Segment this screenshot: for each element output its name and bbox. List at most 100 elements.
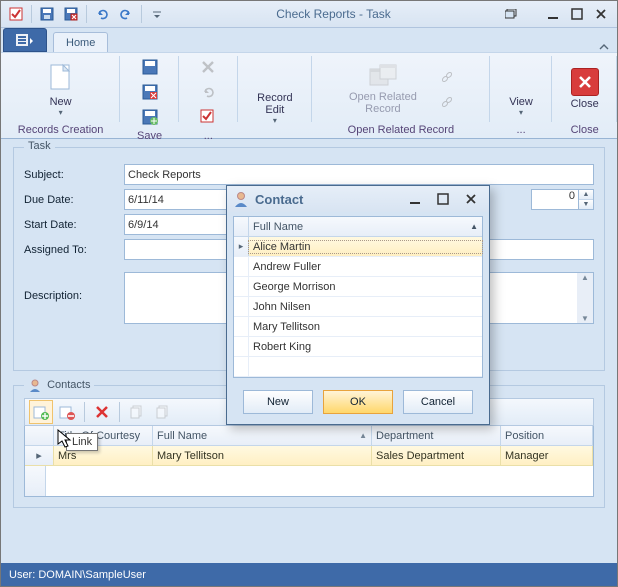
contacts-grid: Title Of Courtesy Full Name▲ Department … bbox=[24, 426, 594, 497]
sort-asc-icon: ▲ bbox=[359, 431, 367, 440]
group-edit: ... bbox=[179, 53, 238, 138]
col-department[interactable]: Department bbox=[372, 426, 501, 446]
list-item bbox=[234, 357, 482, 377]
cell-position[interactable]: Manager bbox=[501, 446, 593, 466]
cell-department[interactable]: Sales Department bbox=[372, 446, 501, 466]
quick-access-toolbar bbox=[5, 3, 168, 25]
chevron-down-icon[interactable]: ▼ bbox=[579, 199, 593, 209]
row-indicator-icon: ▸ bbox=[234, 237, 249, 256]
unlink-button[interactable] bbox=[55, 400, 79, 424]
app-menu-button[interactable] bbox=[3, 28, 47, 52]
delete-icon[interactable] bbox=[195, 55, 221, 79]
link-icon[interactable] bbox=[434, 65, 460, 89]
minimize-icon[interactable] bbox=[541, 4, 565, 24]
ribbon-collapse-icon[interactable] bbox=[599, 42, 609, 52]
checklist-icon[interactable] bbox=[5, 3, 27, 25]
task-legend: Task bbox=[24, 140, 55, 152]
dialog-list: Full Name▲ ▸Alice Martin Andrew Fuller G… bbox=[233, 216, 483, 378]
contacts-legend: Contacts bbox=[24, 378, 94, 392]
col-fullname[interactable]: Full Name▲ bbox=[249, 221, 482, 233]
tab-home[interactable]: Home bbox=[53, 32, 108, 52]
col-position[interactable]: Position bbox=[501, 426, 593, 446]
cell-fullname[interactable]: Mary Tellitson bbox=[153, 446, 372, 466]
duedate-input[interactable]: 6/11/14 bbox=[124, 189, 236, 210]
assignedto-label: Assigned To: bbox=[24, 244, 124, 256]
group-save: Save bbox=[120, 53, 179, 138]
close-icon[interactable] bbox=[459, 189, 483, 209]
maximize-icon[interactable] bbox=[431, 189, 455, 209]
redo-icon[interactable] bbox=[115, 3, 137, 25]
mdi-buttons bbox=[499, 4, 523, 24]
new-button[interactable]: New ▾ bbox=[40, 59, 82, 120]
dialog-title: Contact bbox=[255, 192, 303, 207]
chevron-down-icon: ▾ bbox=[59, 108, 63, 117]
save-icon[interactable] bbox=[137, 55, 163, 79]
person-icon bbox=[28, 378, 42, 392]
dialog-titlebar[interactable]: Contact bbox=[227, 186, 489, 212]
ribbon: New ▾ Records Creation Save bbox=[1, 52, 617, 139]
ok-button[interactable]: OK bbox=[323, 390, 393, 414]
group-record-edit: Record Edit ▾ bbox=[238, 53, 312, 138]
new-button[interactable]: New bbox=[243, 390, 313, 414]
list-item[interactable]: Andrew Fuller bbox=[234, 257, 482, 277]
copy-icon[interactable] bbox=[151, 400, 175, 424]
minimize-icon[interactable] bbox=[403, 189, 427, 209]
cancel-button[interactable]: Cancel bbox=[403, 390, 473, 414]
statusbar: User: DOMAIN\SampleUser bbox=[1, 563, 617, 586]
view-button[interactable]: View ▾ bbox=[502, 59, 540, 120]
spin-input[interactable]: 0 bbox=[531, 189, 579, 210]
group-view: View ▾ ... bbox=[490, 53, 553, 138]
chevron-up-icon[interactable]: ▲ bbox=[581, 273, 589, 282]
dialog-buttons: New OK Cancel bbox=[227, 382, 489, 424]
chevron-down-icon: ▾ bbox=[273, 116, 277, 125]
grid-header: Title Of Courtesy Full Name▲ Department … bbox=[25, 426, 593, 446]
chevron-up-icon[interactable]: ▲ bbox=[579, 190, 593, 199]
subject-input[interactable]: Check Reports bbox=[124, 164, 594, 185]
open-related-button[interactable]: Open Related Record bbox=[342, 60, 424, 118]
dialog-list-header: Full Name▲ bbox=[234, 217, 482, 237]
save-icon[interactable] bbox=[36, 3, 58, 25]
qat-dropdown-icon[interactable] bbox=[146, 3, 168, 25]
save-close-icon[interactable] bbox=[60, 3, 82, 25]
table-row[interactable]: ▸ Mrs Mary Tellitson Sales Department Ma… bbox=[25, 446, 593, 466]
mdi-restore-icon[interactable] bbox=[499, 4, 523, 24]
list-item[interactable]: Robert King bbox=[234, 337, 482, 357]
sort-asc-icon: ▲ bbox=[470, 222, 478, 231]
group-close: Close Close bbox=[552, 53, 617, 138]
validate-icon[interactable] bbox=[195, 105, 221, 129]
grid-indicator-header bbox=[25, 426, 54, 446]
ribbon-tabs: Home bbox=[1, 28, 617, 52]
copy-icon[interactable] bbox=[125, 400, 149, 424]
status-user: User: DOMAIN\SampleUser bbox=[9, 569, 146, 581]
list-item[interactable]: Mary Tellitson bbox=[234, 317, 482, 337]
row-indicator-icon: ▸ bbox=[25, 446, 54, 466]
window-title: Check Reports - Task bbox=[170, 7, 497, 21]
description-label: Description: bbox=[24, 272, 124, 302]
maximize-icon[interactable] bbox=[565, 4, 589, 24]
spin-buttons[interactable]: ▲▼ bbox=[579, 189, 594, 210]
delete-button[interactable] bbox=[90, 400, 114, 424]
tooltip: Link bbox=[66, 433, 98, 451]
startdate-input[interactable]: 6/9/14 bbox=[124, 214, 236, 235]
contact-dialog: Contact Full Name▲ ▸Alice Martin Andrew … bbox=[226, 185, 490, 425]
save-new-icon[interactable] bbox=[137, 105, 163, 129]
window-buttons bbox=[541, 4, 613, 24]
link-icon[interactable] bbox=[434, 90, 460, 114]
link-button[interactable] bbox=[29, 400, 53, 424]
save-close-icon[interactable] bbox=[137, 80, 163, 104]
list-item[interactable]: George Morrison bbox=[234, 277, 482, 297]
list-item[interactable]: ▸Alice Martin bbox=[234, 237, 482, 257]
col-fullname[interactable]: Full Name▲ bbox=[153, 426, 372, 446]
group-open-related: Open Related Record Open Related Record bbox=[312, 53, 490, 138]
scrollbar[interactable]: ▲▼ bbox=[577, 273, 593, 323]
close-window-icon[interactable] bbox=[589, 4, 613, 24]
list-item[interactable]: John Nilsen bbox=[234, 297, 482, 317]
undo-icon[interactable] bbox=[91, 3, 113, 25]
undo-icon[interactable] bbox=[195, 80, 221, 104]
chevron-down-icon[interactable]: ▼ bbox=[581, 314, 589, 323]
titlebar: Check Reports - Task bbox=[1, 1, 617, 28]
close-button[interactable]: Close bbox=[564, 65, 606, 113]
startdate-label: Start Date: bbox=[24, 219, 124, 231]
duedate-label: Due Date: bbox=[24, 194, 124, 206]
record-edit-button[interactable]: Record Edit ▾ bbox=[250, 55, 299, 128]
